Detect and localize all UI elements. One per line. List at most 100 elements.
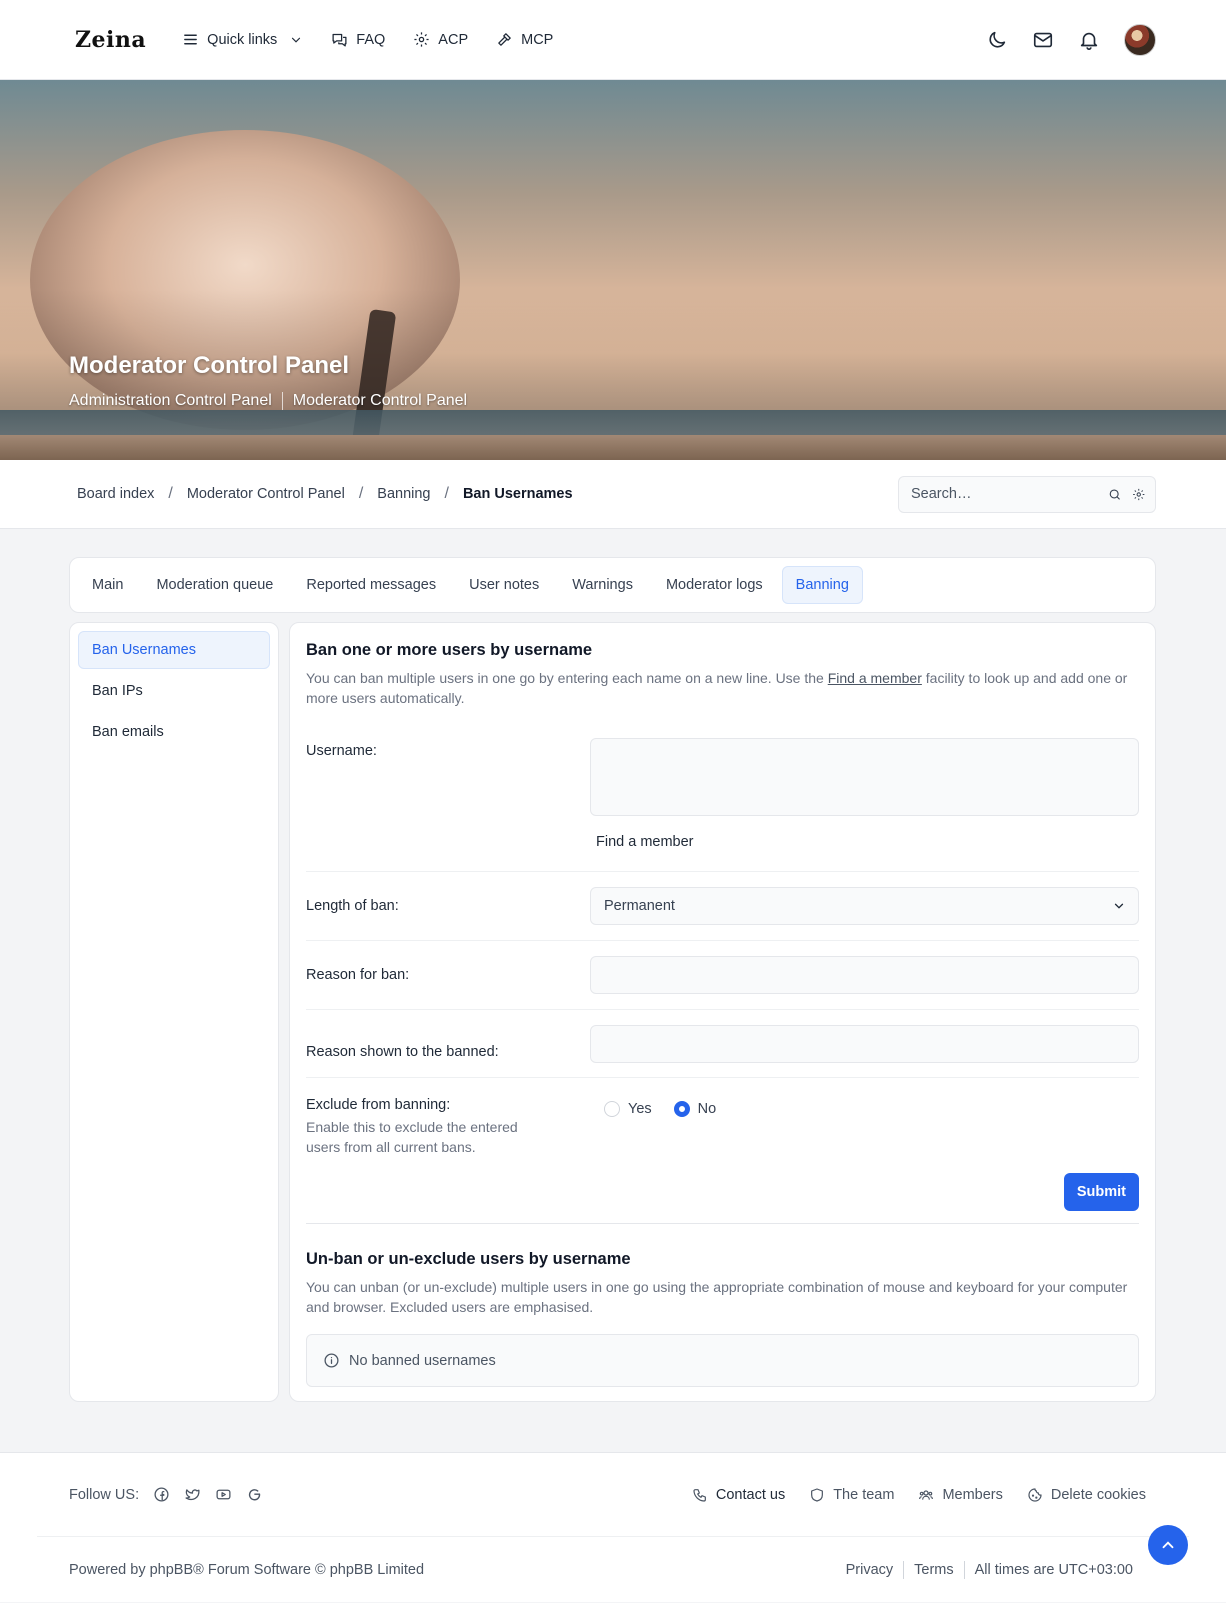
tab-banning[interactable]: Banning (781, 566, 863, 604)
advanced-search-gear-icon[interactable] (1132, 486, 1146, 503)
footer-bottom: Powered by phpBB® Forum Software © phpBB… (0, 1537, 1226, 1603)
legal-divider (903, 1561, 905, 1579)
user-tools (986, 23, 1156, 56)
sidebar-item-ban-usernames[interactable]: Ban Usernames (78, 631, 270, 669)
tab-main[interactable]: Main (78, 566, 137, 604)
exclude-hint: Enable this to exclude the entered users… (306, 1119, 518, 1155)
mcp-hero-link[interactable]: Moderator Control Panel (293, 392, 467, 410)
radio-no-label: No (697, 1101, 717, 1117)
breadcrumb-banning[interactable]: Banning (377, 486, 430, 502)
search-input[interactable] (911, 486, 1098, 502)
follow-us: Follow US: (69, 1486, 692, 1503)
no-bans-text: No banned usernames (349, 1352, 496, 1369)
timezone-text: All times are UTC+03:00 (974, 1562, 1133, 1578)
breadcrumb-mcp[interactable]: Moderator Control Panel (187, 486, 345, 502)
ban-section-title: Ban one or more users by username (306, 641, 593, 659)
username-label: Username: (306, 743, 377, 759)
radio-no[interactable] (673, 1101, 690, 1117)
twitter-icon[interactable] (184, 1486, 201, 1503)
chevron-down-icon (1114, 903, 1124, 909)
hero-links: Administration Control Panel Moderator C… (69, 392, 467, 410)
acp-hero-link[interactable]: Administration Control Panel (69, 392, 272, 410)
gear-icon (414, 32, 429, 47)
find-member-inline-link[interactable]: Find a member (828, 670, 922, 686)
radio-yes-label: Yes (628, 1101, 652, 1117)
tab-moderator-logs[interactable]: Moderator logs (652, 566, 777, 604)
reason-field-wrap (590, 956, 1139, 994)
reason-row: Reason for ban: (306, 941, 1139, 1010)
submit-row: Submit (306, 1157, 1139, 1224)
search-icon[interactable] (1108, 486, 1122, 503)
bell-icon[interactable] (1078, 29, 1100, 51)
no-bans-notice: No banned usernames (306, 1334, 1139, 1387)
faq-label: FAQ (356, 31, 386, 48)
mcp-link[interactable]: MCP (496, 31, 553, 48)
sidebar: Ban Usernames Ban IPs Ban emails (69, 622, 279, 1402)
moon-icon[interactable] (986, 29, 1008, 51)
mcp-tabs: Main Moderation queue Reported messages … (69, 557, 1156, 613)
the-team-link[interactable]: The team (809, 1487, 894, 1503)
ban-section-description: You can ban multiple users in one go by … (306, 668, 1139, 708)
tab-reported-messages[interactable]: Reported messages (292, 566, 450, 604)
google-icon[interactable] (246, 1486, 263, 1503)
length-select[interactable]: Permanent (590, 887, 1139, 925)
username-textarea[interactable] (590, 738, 1139, 816)
quick-links-menu[interactable]: Quick links (182, 31, 303, 48)
site-logo[interactable]: Zeina (75, 27, 146, 53)
sidebar-item-ban-ips[interactable]: Ban IPs (78, 672, 270, 710)
unban-section-description: You can unban (or un-exclude) multiple u… (306, 1279, 1128, 1315)
footer-links: Contact us The team Members Delete cooki… (692, 1487, 1146, 1503)
reason-shown-row: Reason shown to the banned: (306, 1010, 1139, 1078)
content-area: Ban Usernames Ban IPs Ban emails Ban one… (69, 622, 1156, 1402)
follow-label: Follow US: (69, 1486, 140, 1503)
page-title: Moderator Control Panel (69, 352, 350, 379)
main-content: Main Moderation queue Reported messages … (0, 529, 1226, 1402)
exclude-yes-option[interactable]: Yes (604, 1101, 652, 1117)
quick-links-label: Quick links (207, 31, 278, 48)
faq-icon (332, 33, 347, 47)
youtube-icon[interactable] (215, 1486, 232, 1503)
radio-yes[interactable] (604, 1101, 620, 1117)
terms-link[interactable]: Terms (914, 1562, 953, 1578)
breadcrumb-bar: Board index / Moderator Control Panel / … (0, 460, 1226, 529)
acp-link[interactable]: ACP (413, 31, 468, 48)
breadcrumb-separator: / (168, 485, 173, 502)
breadcrumb: Board index / Moderator Control Panel / … (77, 485, 898, 503)
sidebar-item-ban-emails[interactable]: Ban emails (78, 713, 270, 751)
length-label: Length of ban: (306, 898, 399, 914)
footer: Follow US: Contact us The team Members D… (0, 1452, 1226, 1602)
tab-user-notes[interactable]: User notes (455, 566, 553, 604)
exclude-field-wrap: Yes No (590, 1097, 1139, 1157)
members-label: Members (942, 1486, 1003, 1503)
privacy-link[interactable]: Privacy (846, 1562, 894, 1578)
hammer-icon (498, 33, 511, 46)
breadcrumb-separator: / (444, 485, 449, 502)
submit-button[interactable]: Submit (1063, 1173, 1139, 1211)
reason-shown-input[interactable] (590, 1025, 1139, 1063)
delete-cookies-link[interactable]: Delete cookies (1027, 1487, 1146, 1503)
tab-warnings[interactable]: Warnings (558, 566, 647, 604)
faq-link[interactable]: FAQ (331, 31, 385, 48)
back-to-top-button[interactable] (1148, 1525, 1188, 1565)
contact-us-link[interactable]: Contact us (692, 1487, 785, 1503)
members-link[interactable]: Members (918, 1486, 1003, 1503)
avatar[interactable] (1124, 23, 1156, 56)
find-member-link[interactable]: Find a member (596, 834, 694, 850)
exclude-row: Exclude from banning: Enable this to exc… (306, 1078, 1139, 1157)
top-navbar: Zeina Quick links FAQ ACP MCP (0, 0, 1226, 80)
reason-input[interactable] (590, 956, 1139, 994)
tab-moderation-queue[interactable]: Moderation queue (142, 566, 287, 604)
mail-icon[interactable] (1032, 29, 1054, 51)
breadcrumb-separator: / (358, 485, 364, 502)
facebook-icon[interactable] (153, 1486, 170, 1503)
username-row: Username: Find a member (306, 708, 1139, 872)
powered-by: Powered by phpBB® Forum Software © phpBB… (69, 1562, 425, 1578)
the-team-label: The team (833, 1486, 895, 1503)
hero-banner: Moderator Control Panel Administration C… (0, 80, 1226, 460)
menu-icon (184, 34, 198, 45)
breadcrumb-board-index[interactable]: Board index (77, 486, 154, 502)
breadcrumb-ban-usernames[interactable]: Ban Usernames (463, 486, 573, 502)
cookie-icon (1028, 1487, 1042, 1502)
exclude-no-option[interactable]: No (673, 1101, 717, 1117)
length-row: Length of ban: Permanent (306, 872, 1139, 941)
